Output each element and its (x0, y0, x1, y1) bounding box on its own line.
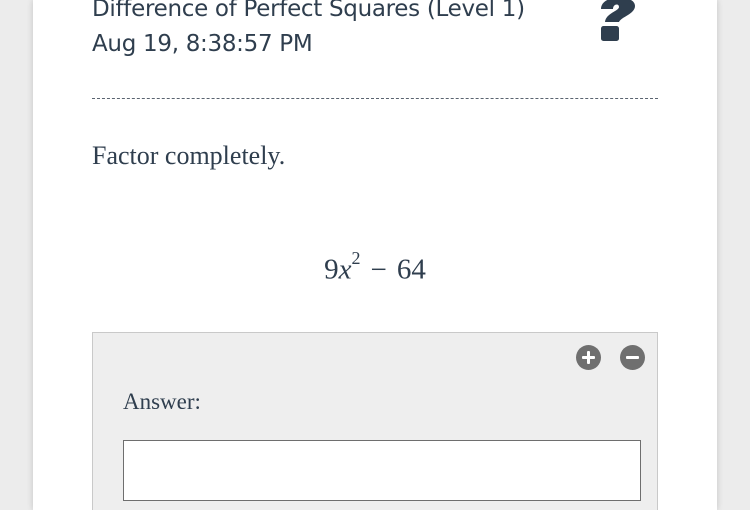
minus-circle-icon[interactable] (620, 345, 645, 370)
expression-operator: − (370, 253, 387, 286)
page: Difference of Perfect Squares (Level 1) … (0, 0, 750, 510)
header-divider (92, 98, 658, 99)
question-mark-icon[interactable] (595, 0, 639, 44)
answer-panel: Answer: (92, 332, 658, 510)
expression-constant: 64 (396, 253, 426, 286)
expression-variable: x (338, 253, 352, 286)
answer-label: Answer: (123, 389, 201, 414)
expression-coefficient: 9 (324, 253, 339, 286)
math-expression: 9x2−64 (33, 248, 717, 287)
answer-input[interactable] (123, 440, 641, 501)
question-prompt: Factor completely. (92, 141, 286, 170)
plus-circle-icon[interactable] (576, 345, 601, 370)
assignment-title: Difference of Perfect Squares (Level 1) (92, 0, 525, 22)
question-card: Difference of Perfect Squares (Level 1) … (33, 0, 717, 510)
timestamp: Aug 19, 8:38:57 PM (92, 31, 313, 57)
expression-exponent: 2 (351, 248, 361, 268)
